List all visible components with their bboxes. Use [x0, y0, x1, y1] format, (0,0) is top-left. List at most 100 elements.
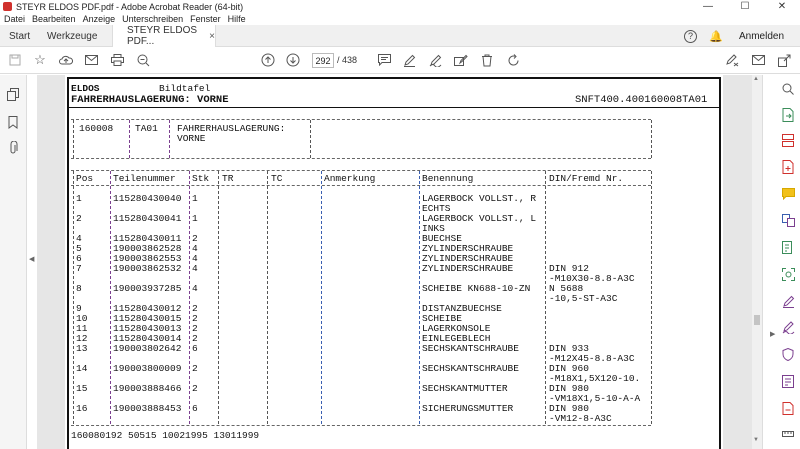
toolbar: ☆ 292 / 438	[0, 47, 800, 74]
window-title: STEYR ELDOS PDF.pdf - Adobe Acrobat Read…	[16, 1, 244, 12]
tab-tools[interactable]: Werkzeuge	[47, 25, 97, 47]
row-pos: 2	[76, 213, 82, 224]
help-button[interactable]: ?	[684, 25, 697, 47]
row-teilenummer: 190003862532	[113, 263, 182, 274]
row-benennung: SECHSKANTSCHRAUBE	[422, 363, 519, 374]
menu-hilfe[interactable]: Hilfe	[228, 14, 246, 24]
header-rule-top	[71, 170, 651, 171]
table-col-6	[419, 171, 420, 424]
menu-fenster[interactable]: Fenster	[190, 14, 221, 24]
combine-files-icon[interactable]	[781, 213, 795, 227]
email-icon[interactable]	[82, 51, 100, 69]
send-for-signature-icon[interactable]	[781, 320, 795, 334]
row-pos: 13	[76, 343, 88, 354]
menu-bar: Datei Bearbeiten Anzeige Unterschreiben …	[0, 13, 800, 25]
table-col-3	[218, 171, 219, 424]
page-number-input[interactable]: 292	[312, 53, 334, 68]
row-teilenummer: 190003888466	[113, 383, 182, 394]
row-teilenummer: 190003937285	[113, 283, 182, 294]
table-col-7	[545, 171, 546, 424]
col-header-din: DIN/Fremd Nr.	[549, 173, 624, 184]
tab-close-icon[interactable]: ×	[209, 31, 215, 42]
close-window-button[interactable]: ✕	[764, 0, 800, 13]
left-navigation-panel	[0, 75, 27, 449]
save-icon[interactable]	[6, 51, 24, 69]
title-rule	[69, 107, 719, 108]
next-page-icon[interactable]	[284, 51, 302, 69]
doc-title: FAHRERHAUSLAGERUNG: VORNE	[71, 94, 229, 106]
row-teilenummer: 115280430040	[113, 193, 182, 204]
col-header-tc: TC	[271, 173, 283, 184]
col-header-benennung: Benennung	[422, 173, 474, 184]
info-desc-2: VORNE	[177, 133, 206, 144]
bookmark-star-icon[interactable]: ☆	[31, 51, 49, 69]
row-stk: 2	[192, 363, 198, 374]
menu-datei[interactable]: Datei	[4, 14, 25, 24]
comment-tool-icon[interactable]	[781, 187, 795, 201]
doc-header-bildtafel: Bildtafel	[159, 83, 211, 94]
upload-cloud-icon[interactable]	[57, 51, 75, 69]
share-link-icon[interactable]	[775, 51, 793, 69]
row-stk: 4	[192, 263, 198, 274]
more-tools-icon[interactable]	[781, 401, 795, 415]
previous-page-icon[interactable]	[259, 51, 277, 69]
maximize-button[interactable]: ☐	[727, 0, 763, 13]
menu-anzeige[interactable]: Anzeige	[83, 14, 116, 24]
doc-footer-codes: 160080192 50515 10021995 13011999	[71, 430, 260, 441]
signin-button[interactable]: Anmelden	[739, 25, 784, 47]
tab-start[interactable]: Start	[9, 25, 30, 47]
collapse-left-panel-icon[interactable]: ◀	[29, 255, 34, 263]
edit-pdf-icon[interactable]	[781, 240, 795, 254]
page-thumbnails-icon[interactable]	[6, 87, 20, 101]
col-header-stk: Stk	[192, 173, 210, 184]
row-stk: 6	[192, 343, 198, 354]
tab-document[interactable]: STEYR ELDOS PDF... ×	[112, 25, 216, 47]
export-pdf-icon[interactable]	[781, 108, 795, 122]
row-pos: 7	[76, 263, 82, 274]
col-header-tr: TR	[222, 173, 234, 184]
row-din-2: -VM12-8-A3C	[549, 413, 612, 424]
info-ta: TA01	[135, 123, 158, 134]
header-rule-bottom	[71, 185, 651, 186]
prepare-form-icon[interactable]	[781, 374, 795, 388]
document-viewport[interactable]: ELDOS Bildtafel FAHRERHAUSLAGERUNG: VORN…	[37, 75, 762, 449]
sign-pen-icon[interactable]	[723, 51, 741, 69]
table-col-1	[110, 171, 111, 424]
menu-bearbeiten[interactable]: Bearbeiten	[32, 14, 76, 24]
bell-icon[interactable]: 🔔	[709, 25, 723, 47]
attachments-paperclip-icon[interactable]	[6, 141, 20, 155]
scrollbar-thumb[interactable]	[754, 315, 760, 325]
minimize-button[interactable]: —	[690, 0, 726, 13]
menu-unterschreiben[interactable]: Unterschreiben	[122, 14, 183, 24]
zoom-out-icon[interactable]	[134, 51, 152, 69]
info-rule-top	[71, 119, 651, 120]
row-benennung: SICHERUNGSMUTTER	[422, 403, 514, 414]
tab-bar: Start Werkzeuge STEYR ELDOS PDF... × ? 🔔…	[0, 25, 800, 47]
doc-code: SNFT400.400160008TA01	[575, 94, 708, 106]
comment-icon[interactable]	[375, 51, 393, 69]
vertical-scrollbar[interactable]: ▲ ▼	[752, 75, 762, 449]
table-col-0	[73, 171, 74, 424]
print-icon[interactable]	[108, 51, 126, 69]
collapse-right-panel-icon[interactable]: ▶	[770, 330, 775, 338]
scroll-up-icon[interactable]: ▲	[753, 76, 759, 82]
delete-trash-icon[interactable]	[478, 51, 496, 69]
protect-icon[interactable]	[781, 347, 795, 361]
fill-sign-icon[interactable]	[452, 51, 470, 69]
bookmarks-icon[interactable]	[6, 115, 20, 129]
share-email-icon[interactable]	[749, 51, 767, 69]
row-benennung: ZYLINDERSCHRAUBE	[422, 263, 514, 274]
create-pdf-icon[interactable]	[781, 160, 795, 174]
measure-tool-icon[interactable]	[781, 427, 795, 441]
scroll-down-icon[interactable]: ▼	[753, 437, 759, 443]
page-count: / 438	[337, 55, 358, 65]
zoom-search-icon[interactable]	[781, 82, 795, 96]
organize-pages-icon[interactable]	[781, 133, 795, 147]
rotate-icon[interactable]	[504, 51, 522, 69]
scan-ocr-icon[interactable]	[781, 267, 795, 281]
table-col-4	[267, 171, 268, 424]
fill-sign-tool-icon[interactable]	[781, 294, 795, 308]
help-icon: ?	[684, 29, 697, 43]
draw-icon[interactable]	[426, 51, 444, 69]
highlight-pen-icon[interactable]	[400, 51, 418, 69]
